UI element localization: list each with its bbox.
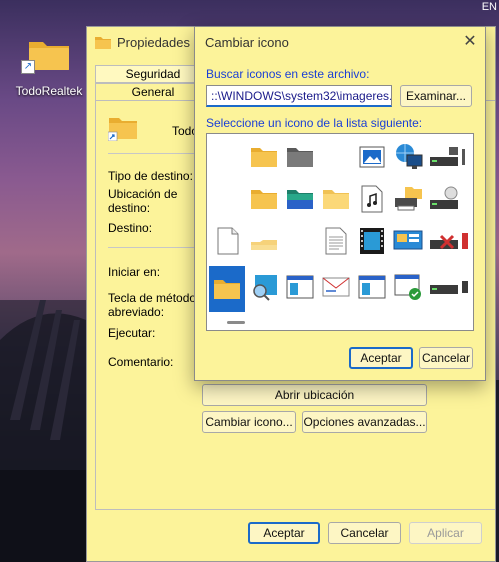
search-folder-icon[interactable]: [247, 270, 281, 304]
printer-folder-icon[interactable]: [391, 182, 425, 216]
shortcut-key-label: Tecla de método abreviado:: [108, 291, 197, 319]
comment-label: Comentario:: [108, 355, 174, 369]
document-icon[interactable]: [211, 224, 245, 258]
partial-icon[interactable]: [457, 270, 473, 304]
shortcut-arrow-icon: ↗: [21, 60, 35, 74]
dialog-cancel-button[interactable]: Cancelar: [419, 347, 473, 369]
folder-icon[interactable]: [247, 140, 281, 174]
change-icon-button[interactable]: Cambiar icono...: [202, 411, 296, 433]
blank-icon[interactable]: [211, 182, 245, 216]
icon-list[interactable]: [206, 133, 474, 331]
music-file-icon[interactable]: [355, 182, 389, 216]
change-icon-titlebar[interactable]: Cambiar icono ✕: [195, 27, 485, 57]
desktop-shortcut-todorealtek[interactable]: ↗ TodoRealtek: [12, 36, 86, 98]
start-in-label: Iniciar en:: [108, 265, 161, 279]
partial-icon[interactable]: [457, 224, 473, 258]
disconnected-drive-icon[interactable]: [427, 224, 461, 258]
select-icon-label: Seleccione un icono de la lista siguient…: [206, 116, 423, 130]
partial-icon[interactable]: [457, 140, 473, 174]
close-icon[interactable]: ✕: [455, 27, 485, 57]
change-icon-dialog: Cambiar icono ✕ Buscar iconos en este ar…: [194, 26, 486, 381]
selected-folder-icon[interactable]: [209, 266, 245, 312]
folder-icon: [108, 118, 137, 141]
divider: [108, 153, 194, 154]
cancel-button[interactable]: Cancelar: [328, 522, 401, 544]
dialog-title: Cambiar icono: [205, 34, 289, 50]
light-folder-icon[interactable]: [319, 182, 353, 216]
divider: [108, 247, 194, 248]
green-folder-icon[interactable]: [283, 182, 317, 216]
target-type-label: Tipo de destino:: [108, 169, 193, 183]
drive-icon[interactable]: [427, 270, 461, 304]
run-label: Ejecutar:: [108, 326, 156, 340]
drive-icon[interactable]: [427, 140, 461, 174]
folder-icon: [95, 37, 111, 49]
text-document-icon[interactable]: [319, 224, 353, 258]
window-app-icon[interactable]: [355, 270, 389, 304]
open-location-button[interactable]: Abrir ubicación: [202, 384, 427, 406]
blank-icon[interactable]: [319, 140, 353, 174]
envelope-icon[interactable]: [319, 270, 353, 304]
folder-icon: ↗: [21, 36, 71, 74]
advanced-options-button[interactable]: Opciones avanzadas...: [302, 411, 427, 433]
folder-icon[interactable]: [247, 182, 281, 216]
blank-icon[interactable]: [211, 140, 245, 174]
dialog-ok-button[interactable]: Aceptar: [349, 347, 413, 369]
picture-icon[interactable]: [355, 140, 389, 174]
control-panel-icon[interactable]: [391, 224, 425, 258]
video-file-icon[interactable]: [355, 224, 389, 258]
verified-app-icon[interactable]: [391, 270, 425, 304]
gray-folder-icon[interactable]: [283, 140, 317, 174]
apply-button[interactable]: Aplicar: [409, 522, 482, 544]
horizontal-scrollbar[interactable]: [227, 321, 245, 324]
target-location-label: Ubicación de destino:: [108, 187, 178, 215]
desktop-shortcut-label: TodoRealtek: [15, 84, 83, 98]
target-label: Destino:: [108, 221, 153, 235]
blank-icon[interactable]: [283, 224, 317, 258]
window-app-icon[interactable]: [283, 270, 317, 304]
optical-drive-icon[interactable]: [427, 182, 461, 216]
network-globe-monitor-icon[interactable]: [391, 140, 425, 174]
search-icons-label: Buscar iconos en este archivo:: [206, 67, 370, 81]
open-folder-icon[interactable]: [247, 224, 281, 258]
browse-button[interactable]: Examinar...: [400, 85, 472, 107]
ok-button[interactable]: Aceptar: [248, 522, 320, 544]
icon-file-path-input[interactable]: ::\WINDOWS\system32\imageres.dll: [206, 85, 392, 107]
language-indicator[interactable]: EN: [482, 1, 497, 13]
